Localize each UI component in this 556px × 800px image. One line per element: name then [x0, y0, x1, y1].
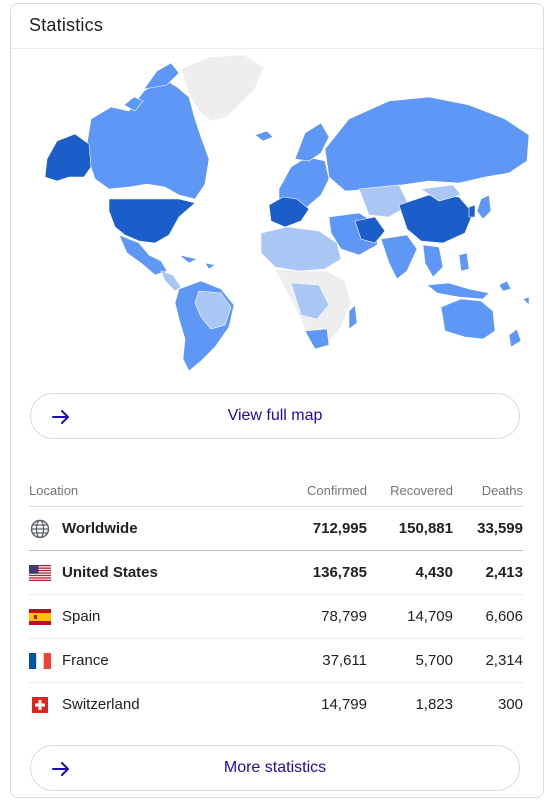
- location-name: Spain: [62, 608, 101, 625]
- statistics-card: Statistics View full map Location Confir…: [10, 3, 544, 798]
- recovered-value: 4,430: [367, 550, 453, 595]
- map-south-africa[interactable]: [304, 328, 330, 350]
- table-row-france[interactable]: France 37,611 5,700 2,314: [29, 638, 523, 683]
- confirmed-value: 712,995: [257, 506, 367, 551]
- recovered-value: 14,709: [367, 594, 453, 639]
- location-name: Switzerland: [62, 696, 140, 713]
- map-india[interactable]: [380, 234, 418, 280]
- card-title: Statistics: [29, 15, 104, 35]
- deaths-value: 300: [497, 696, 523, 713]
- more-statistics-label: More statistics: [223, 759, 327, 776]
- map-pacific-islands[interactable]: [498, 280, 530, 306]
- recovered-value: 5,700: [367, 638, 453, 683]
- statistics-table: Location Confirmed Recovered Deaths Worl…: [29, 474, 523, 726]
- confirmed-value: 136,785: [257, 550, 367, 595]
- deaths-value: 33,599: [453, 506, 523, 551]
- globe-icon: [30, 519, 50, 538]
- table-row-spain[interactable]: Spain 78,799 14,709 6,606: [29, 594, 523, 639]
- view-full-map-button[interactable]: View full map: [30, 393, 520, 439]
- table-header-row: Location Confirmed Recovered Deaths: [29, 474, 523, 507]
- map-japan[interactable]: [476, 194, 492, 220]
- map-philippines[interactable]: [458, 252, 470, 272]
- confirmed-value: 14,799: [321, 696, 367, 713]
- map-iceland[interactable]: [254, 130, 274, 142]
- map-southeast-asia[interactable]: [422, 244, 444, 278]
- map-caribbean[interactable]: [178, 254, 216, 270]
- map-russia[interactable]: [324, 96, 530, 192]
- table-row-united-states[interactable]: United States 136,785 4,430 2,413: [29, 550, 523, 595]
- switzerland-flag-icon: [29, 696, 51, 713]
- table-row-worldwide[interactable]: Worldwide 712,995 150,881 33,599: [29, 506, 523, 551]
- map-north-africa[interactable]: [260, 226, 342, 272]
- map-greenland[interactable]: [180, 54, 265, 122]
- world-map[interactable]: [29, 49, 530, 377]
- table-row-switzerland[interactable]: Switzerland 14,799 1,823 300: [29, 683, 523, 727]
- location-name: Worldwide: [62, 520, 138, 537]
- world-map-svg[interactable]: [29, 49, 530, 377]
- recovered-value: 150,881: [367, 506, 453, 551]
- location-name: France: [62, 652, 109, 669]
- deaths-value: 2,413: [453, 550, 523, 595]
- map-scandinavia[interactable]: [294, 122, 330, 162]
- map-alaska[interactable]: [44, 133, 92, 182]
- deaths-value: 6,606: [453, 594, 523, 639]
- header-deaths[interactable]: Deaths: [453, 474, 523, 507]
- france-flag-icon: [29, 652, 51, 669]
- map-central-america[interactable]: [160, 270, 182, 292]
- map-new-zealand[interactable]: [508, 328, 522, 348]
- map-korea[interactable]: [468, 204, 476, 218]
- more-statistics-button[interactable]: More statistics: [30, 745, 520, 791]
- deaths-value: 2,314: [453, 638, 523, 683]
- header-recovered[interactable]: Recovered: [367, 474, 453, 507]
- header-confirmed[interactable]: Confirmed: [257, 474, 367, 507]
- confirmed-value: 37,611: [257, 638, 367, 683]
- us-flag-icon: [29, 564, 51, 581]
- recovered-value: 1,823: [415, 696, 453, 713]
- map-indonesia[interactable]: [426, 282, 490, 300]
- view-full-map-label: View full map: [227, 407, 323, 424]
- spain-flag-icon: [29, 608, 51, 625]
- map-australia[interactable]: [440, 298, 496, 340]
- header-location[interactable]: Location: [29, 474, 257, 507]
- map-china[interactable]: [398, 194, 474, 244]
- location-name: United States: [62, 564, 158, 581]
- confirmed-value: 78,799: [257, 594, 367, 639]
- map-madagascar[interactable]: [348, 304, 358, 330]
